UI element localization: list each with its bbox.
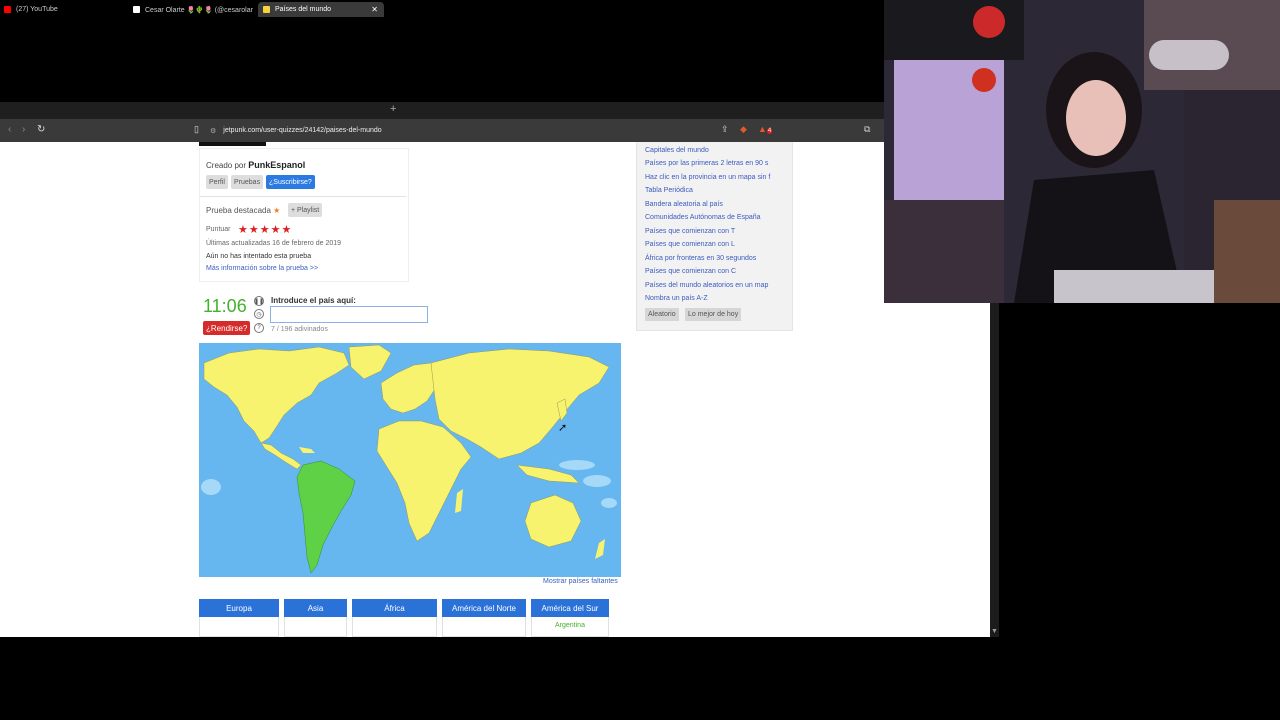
pacific-islands bbox=[559, 460, 595, 470]
rewards-icon[interactable]: ▲4 bbox=[758, 124, 773, 134]
tab-tiktok[interactable]: Cesar Olarte 🌷🌵🌷 (@cesarolarte) bbox=[133, 2, 253, 17]
related-quiz-link[interactable]: Haz clic en la provincia en un mapa sin … bbox=[645, 174, 770, 181]
best-today-button[interactable]: Lo mejor de hoy bbox=[685, 308, 742, 321]
africa-landmass bbox=[376, 420, 472, 542]
profile-button[interactable]: Perfil bbox=[206, 175, 228, 189]
clock-icon[interactable]: ◷ bbox=[254, 309, 264, 319]
notification-badge: 4 bbox=[766, 128, 773, 134]
more-info-link[interactable]: Más información sobre la prueba >> bbox=[206, 265, 318, 272]
related-quiz-link[interactable]: África por fronteras en 30 segundos bbox=[645, 255, 756, 262]
subscribe-button[interactable]: ¿Suscribirse? bbox=[266, 175, 315, 189]
madagascar-landmass bbox=[455, 489, 463, 513]
world-map-svg bbox=[201, 344, 617, 574]
webcam-overlay bbox=[884, 0, 1280, 303]
caribbean-islands bbox=[299, 447, 315, 453]
related-quiz-link[interactable]: Países del mundo aleatorios en un map bbox=[645, 282, 768, 289]
europe-landmass bbox=[380, 362, 440, 414]
input-prompt: Introduce el país aquí: bbox=[271, 296, 356, 305]
greenland-landmass bbox=[348, 344, 392, 380]
surrender-button[interactable]: ¿Rendirse? bbox=[203, 321, 251, 335]
url-text: jetpunk.com/user-quizzes/24142/paises-de… bbox=[223, 127, 382, 134]
header-banner-edge bbox=[199, 142, 266, 146]
timer: 11:06 bbox=[203, 296, 247, 316]
brave-shield-icon[interactable]: ◆ bbox=[740, 124, 747, 135]
continent-header-north-america: América del Norte bbox=[442, 599, 526, 617]
new-tab-button[interactable]: + bbox=[390, 103, 396, 115]
world-map[interactable]: ➚ bbox=[199, 343, 621, 577]
featured-label: Prueba destacada ★ bbox=[206, 206, 281, 215]
star-icon: ★ bbox=[273, 206, 281, 215]
australia-landmass bbox=[524, 494, 582, 548]
tiktok-icon bbox=[133, 6, 140, 13]
south-america-landmass bbox=[296, 460, 356, 574]
country-answer-input[interactable] bbox=[270, 306, 428, 323]
webcam-video bbox=[884, 0, 1280, 303]
central-america-landmass bbox=[260, 442, 302, 470]
continent-header-europe: Europa bbox=[199, 599, 279, 617]
tab-paises-del-mundo[interactable]: Países del mundo ✕ bbox=[258, 2, 384, 17]
mouse-cursor-icon: ➚ bbox=[558, 422, 568, 434]
pacific-islands bbox=[201, 479, 221, 495]
updated-date: Últimas actualizadas 16 de febrero de 20… bbox=[206, 240, 342, 247]
score-label: Puntuar bbox=[206, 226, 231, 233]
related-quiz-link[interactable]: Países que comienzan con C bbox=[645, 268, 736, 275]
help-icon[interactable]: ? bbox=[254, 323, 264, 333]
site-info-icon[interactable]: ⚙ bbox=[210, 127, 216, 135]
browser-tab-bar bbox=[0, 102, 884, 119]
not-attempted-text: Aún no has intentado esta prueba bbox=[206, 253, 312, 260]
north-america-landmass bbox=[203, 346, 350, 444]
tab-youtube[interactable]: (27) YouTube bbox=[4, 2, 129, 17]
rating-stars[interactable]: ★★★★★ bbox=[238, 223, 292, 236]
continent-header-asia: Asia bbox=[284, 599, 347, 617]
youtube-icon bbox=[4, 6, 11, 13]
created-by-label: Creado por bbox=[206, 161, 247, 170]
forward-icon[interactable]: › bbox=[22, 124, 25, 135]
jetpunk-icon bbox=[263, 6, 270, 13]
related-quiz-link[interactable]: Comunidades Autónomas de España bbox=[645, 214, 761, 221]
guessed-count: 7 / 196 adivinados bbox=[271, 326, 328, 333]
new-zealand-landmass bbox=[595, 539, 605, 559]
related-quizzes-sidebar: Capitales del mundo Países por las prime… bbox=[636, 142, 793, 331]
pause-icon[interactable]: ❚❚ bbox=[254, 296, 264, 306]
related-quiz-link[interactable]: Países que comienzan con T bbox=[645, 228, 735, 235]
continent-answers-africa bbox=[352, 617, 437, 637]
bookmark-icon[interactable]: ▯ bbox=[194, 124, 199, 135]
tab-label: Cesar Olarte 🌷🌵🌷 (@cesarolarte) bbox=[145, 6, 253, 14]
creator-line: Creado por PunkEspanol bbox=[206, 160, 305, 170]
scroll-down-arrow-icon[interactable]: ▼ bbox=[991, 628, 998, 635]
tests-button[interactable]: Pruebas bbox=[231, 175, 264, 189]
random-button[interactable]: Aleatorio bbox=[645, 308, 679, 321]
related-quiz-link[interactable]: Tabla Periódica bbox=[645, 187, 693, 194]
back-icon[interactable]: ‹ bbox=[8, 124, 11, 135]
continent-header-africa: África bbox=[352, 599, 437, 617]
related-quiz-link[interactable]: Países que comienzan con L bbox=[645, 241, 735, 248]
share-icon[interactable]: ⇪ bbox=[721, 124, 729, 135]
related-quiz-link[interactable]: Bandera aleatoria al país bbox=[645, 201, 723, 208]
continent-header-south-america: América del Sur bbox=[531, 599, 609, 617]
related-quiz-link[interactable]: Nombra un país A-Z bbox=[645, 295, 708, 302]
tab-label: (27) YouTube bbox=[16, 6, 58, 13]
divider bbox=[200, 196, 406, 197]
pacific-islands bbox=[601, 498, 617, 508]
tab-label: Países del mundo bbox=[275, 6, 332, 13]
extensions-icon[interactable]: ⧉ bbox=[864, 124, 870, 135]
continent-answers-asia bbox=[284, 617, 347, 637]
show-missing-link[interactable]: Mostrar países faltantes bbox=[543, 578, 618, 585]
pacific-islands bbox=[583, 475, 611, 487]
author-name[interactable]: PunkEspanol bbox=[248, 160, 305, 170]
related-quiz-link[interactable]: Países por las primeras 2 letras en 90 s bbox=[645, 160, 768, 167]
related-quiz-link[interactable]: Capitales del mundo bbox=[645, 147, 709, 154]
continent-answers-north-america bbox=[442, 617, 526, 637]
close-tab-icon[interactable]: ✕ bbox=[371, 5, 384, 14]
answer-argentina: Argentina bbox=[555, 622, 585, 629]
reload-icon[interactable]: ↻ bbox=[37, 124, 45, 135]
playlist-button[interactable]: + Playlist bbox=[288, 203, 323, 217]
continent-answers-europe bbox=[199, 617, 279, 637]
